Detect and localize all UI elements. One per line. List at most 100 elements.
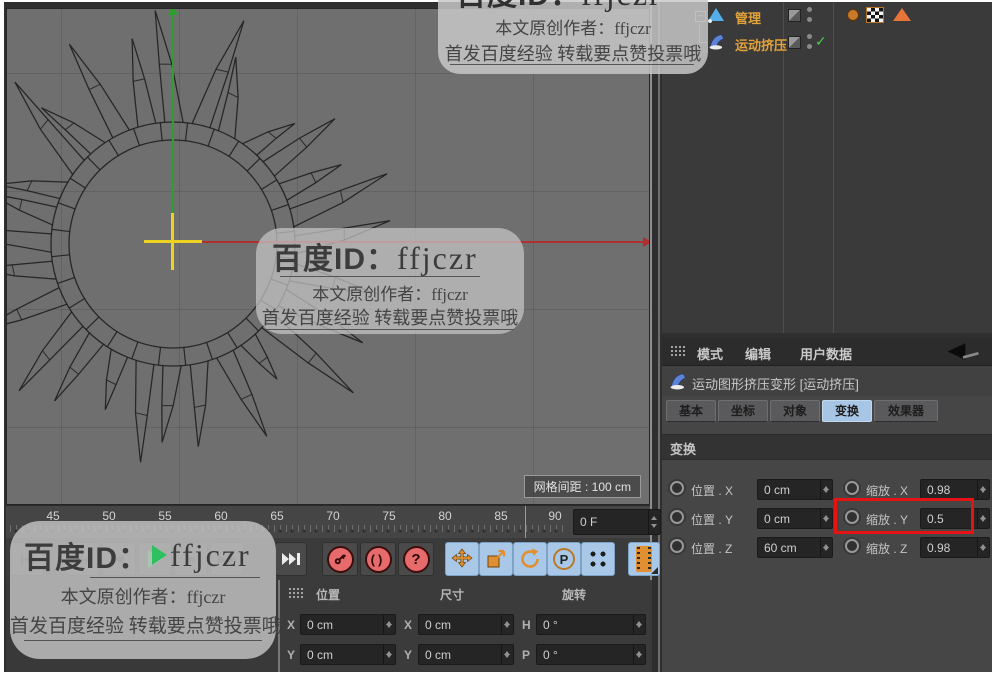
stepper-icon[interactable] bbox=[977, 538, 989, 557]
coords-header-size: 尺寸 bbox=[440, 588, 465, 602]
ruler-tick-label: 90 bbox=[548, 509, 562, 523]
history-back-icon[interactable] bbox=[945, 342, 981, 361]
record-keyframe-button[interactable] bbox=[322, 542, 358, 576]
autokey-button[interactable]: () bbox=[360, 542, 396, 576]
grid-spacing-label: 网格间距 : 100 cm bbox=[523, 475, 641, 498]
coord-label: Y bbox=[287, 648, 296, 662]
tab-transform[interactable]: 变换 bbox=[822, 400, 872, 422]
scale-x-field[interactable]: 0.98 bbox=[920, 479, 990, 500]
panel-grip-icon[interactable] bbox=[670, 345, 686, 358]
visibility-dot-bottom[interactable] bbox=[807, 17, 812, 22]
key-rotation-button[interactable] bbox=[513, 542, 547, 576]
param-label: 位置 . Z bbox=[691, 542, 733, 556]
coord-rot-h-field[interactable]: 0 ° bbox=[536, 614, 646, 635]
layer-color-chip[interactable] bbox=[788, 36, 801, 49]
corner-fold-icon bbox=[651, 567, 658, 574]
stepper-icon[interactable] bbox=[820, 538, 832, 557]
crosshair-horizontal bbox=[144, 240, 202, 243]
coord-label: P bbox=[522, 648, 531, 662]
object-name[interactable]: 运动挤压 bbox=[735, 35, 787, 54]
coord-size-x-field[interactable]: 0 cm bbox=[418, 614, 514, 635]
key-parameters-button[interactable]: P bbox=[547, 542, 581, 576]
position-x-field[interactable]: 0 cm bbox=[757, 479, 833, 500]
x-axis-arrow-icon bbox=[643, 237, 649, 247]
ruler-tick-label: 85 bbox=[494, 509, 508, 523]
state-dot-tag-icon[interactable] bbox=[847, 9, 859, 21]
panel-grip-icon[interactable] bbox=[288, 587, 304, 600]
stepper-icon[interactable] bbox=[820, 480, 832, 499]
menu-edit[interactable]: 编辑 bbox=[745, 344, 771, 363]
ruler-tick-label: 70 bbox=[326, 509, 340, 523]
question-icon: ? bbox=[402, 545, 430, 573]
param-label: 位置 . Y bbox=[691, 513, 734, 527]
position-z-field[interactable]: 60 cm bbox=[757, 537, 833, 558]
param-label: 缩放 . X bbox=[866, 484, 909, 498]
coord-size-y-field[interactable]: 0 cm bbox=[418, 644, 514, 665]
am-menubar: 模式 编辑 用户数据 bbox=[662, 338, 992, 366]
key-scale-button[interactable] bbox=[479, 542, 513, 576]
menu-mode[interactable]: 模式 bbox=[697, 344, 723, 363]
stepper-icon[interactable] bbox=[383, 615, 395, 634]
watermark-center: 百度ID：ffjczr 本文原创作者：ffjczr 首发百度经验 转载要点赞投票… bbox=[256, 228, 524, 334]
coord-label: X bbox=[404, 618, 413, 632]
texture-tag-icon[interactable] bbox=[866, 7, 884, 23]
scale-z-field[interactable]: 0.98 bbox=[920, 537, 990, 558]
current-frame-field[interactable]: 0 F bbox=[573, 509, 661, 535]
enabled-checkmark-icon[interactable]: ✓ bbox=[815, 33, 827, 50]
goto-end-button[interactable] bbox=[275, 542, 307, 576]
tab-object[interactable]: 对象 bbox=[770, 400, 820, 422]
object-name[interactable]: 管理 bbox=[735, 8, 761, 27]
cone-dot-icon bbox=[708, 19, 712, 23]
stepper-icon[interactable] bbox=[977, 509, 989, 528]
keyframe-circle-icon[interactable] bbox=[845, 539, 859, 553]
mograph-extrude-icon bbox=[709, 34, 725, 50]
key-position-button[interactable] bbox=[445, 542, 479, 576]
tab-basic[interactable]: 基本 bbox=[666, 400, 716, 422]
stepper-icon[interactable] bbox=[383, 645, 395, 664]
keyframe-selection-button[interactable]: ? bbox=[398, 542, 434, 576]
key-icon bbox=[334, 554, 347, 565]
watermark-bottom-left: 百度ID： ffjczr 本文原创作者：ffjczr 首发百度经验 转载要点赞投… bbox=[10, 521, 281, 659]
tab-effectors[interactable]: 效果器 bbox=[874, 400, 938, 422]
position-y-field[interactable]: 0 cm bbox=[757, 508, 833, 529]
tab-coord[interactable]: 坐标 bbox=[718, 400, 768, 422]
playhead-line[interactable] bbox=[525, 506, 526, 539]
play-icon bbox=[152, 545, 167, 565]
stepper-icon[interactable] bbox=[633, 645, 645, 664]
visibility-dot-top[interactable] bbox=[807, 34, 812, 39]
skip-end-icon bbox=[282, 553, 300, 565]
menu-userdata[interactable]: 用户数据 bbox=[800, 344, 852, 363]
object-row-parent[interactable]: − 管理 bbox=[662, 2, 992, 29]
coord-pos-x-field[interactable]: 0 cm bbox=[300, 614, 396, 635]
stepper-icon[interactable] bbox=[633, 615, 645, 634]
keyframe-circle-icon[interactable] bbox=[670, 510, 684, 524]
stepper-icon[interactable] bbox=[977, 480, 989, 499]
coord-label: Y bbox=[404, 648, 413, 662]
ruler-tick-label: 75 bbox=[382, 509, 396, 523]
coord-pos-y-field[interactable]: 0 cm bbox=[300, 644, 396, 665]
am-title-row: 运动图形挤压变形 [运动挤压] bbox=[662, 366, 992, 396]
keyframe-presets-button[interactable] bbox=[581, 542, 615, 576]
parameter-p-icon: P bbox=[553, 548, 575, 570]
keyframe-circle-icon[interactable] bbox=[670, 481, 684, 495]
phong-tag-icon[interactable] bbox=[893, 8, 911, 21]
keyframe-circle-icon[interactable] bbox=[845, 481, 859, 495]
stepper-icon[interactable] bbox=[501, 645, 513, 664]
coordinates-manager: 位置 尺寸 旋转 X 0 cm X 0 cm H 0 ° Y 0 cm Y 0 … bbox=[278, 580, 652, 672]
ruler-tick-label: 80 bbox=[438, 509, 452, 523]
coords-header-position: 位置 bbox=[316, 588, 341, 602]
watermark-top: 百度ID：ffjczr 本文原创作者：ffjczr 首发百度经验 转载要点赞投票… bbox=[438, 0, 708, 74]
visibility-dot-top[interactable] bbox=[807, 7, 812, 12]
stepper-icon[interactable] bbox=[648, 510, 660, 534]
visibility-dot-bottom[interactable] bbox=[807, 44, 812, 49]
stepper-icon[interactable] bbox=[820, 509, 832, 528]
scale-icon bbox=[487, 549, 506, 568]
object-row-child[interactable]: 运动挤压 ✓ bbox=[662, 24, 992, 56]
keyframe-circle-icon[interactable] bbox=[670, 539, 684, 553]
coord-rot-p-field[interactable]: 0 ° bbox=[536, 644, 646, 665]
timeline-window-button[interactable] bbox=[628, 542, 660, 576]
coords-header-rotation: 旋转 bbox=[562, 588, 587, 602]
section-header-transform[interactable]: 变换 bbox=[662, 434, 992, 460]
layer-color-chip[interactable] bbox=[788, 9, 801, 22]
stepper-icon[interactable] bbox=[501, 615, 513, 634]
